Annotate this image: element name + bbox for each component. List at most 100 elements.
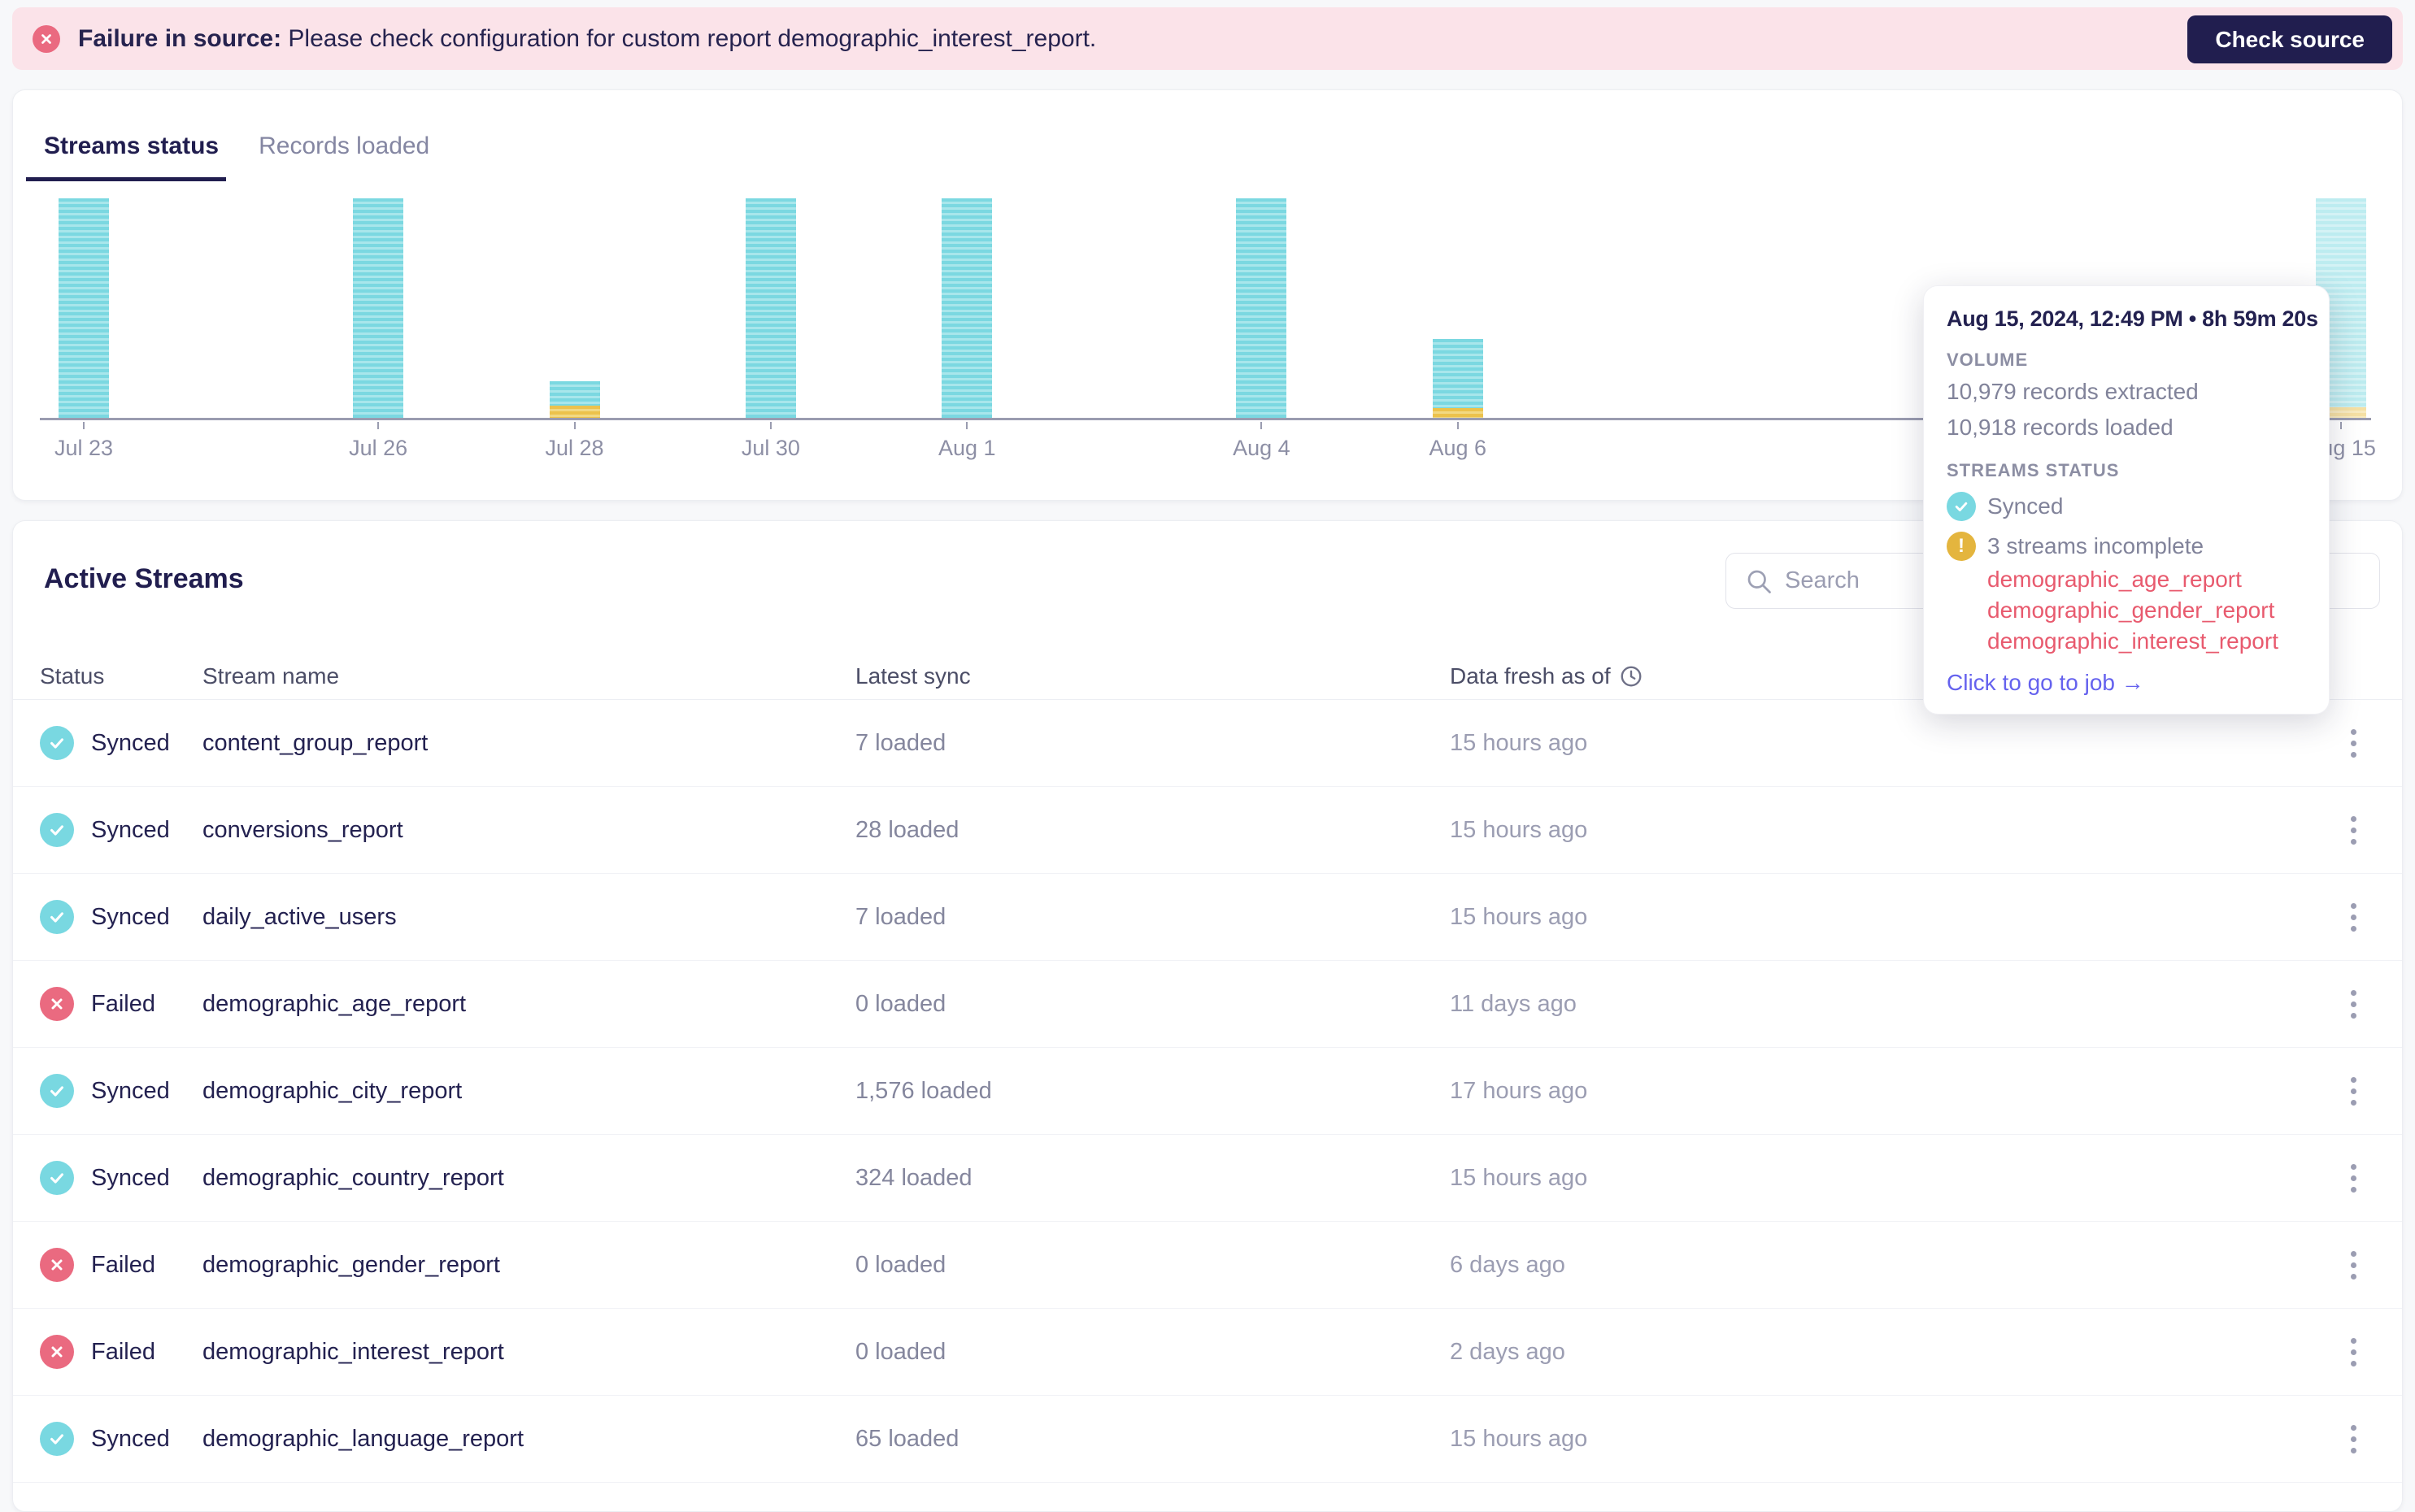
row-menu-button[interactable] bbox=[2344, 1245, 2363, 1286]
error-banner: Failure in source: Please check configur… bbox=[12, 7, 2403, 70]
error-message-bold: Failure in source: bbox=[78, 24, 282, 52]
stream-name: daily_active_users bbox=[202, 903, 397, 930]
stream-name: conversions_report bbox=[202, 816, 403, 843]
stream-name: demographic_language_report bbox=[202, 1425, 524, 1452]
row-menu-button[interactable] bbox=[2344, 897, 2363, 938]
x-axis-label: Aug 6 bbox=[1429, 436, 1487, 460]
status-badge bbox=[40, 1161, 74, 1195]
row-menu-button[interactable] bbox=[2344, 1332, 2363, 1373]
latest-sync-value: 0 loaded bbox=[855, 1251, 946, 1278]
axis-tick bbox=[2340, 422, 2343, 429]
data-fresh-value: 15 hours ago bbox=[1450, 816, 1588, 843]
row-menu-button[interactable] bbox=[2344, 1419, 2363, 1460]
table-row: Synced daily_active_users 7 loaded 15 ho… bbox=[13, 874, 2402, 961]
sync-tooltip: Aug 15, 2024, 12:49 PM • 8h 59m 20s VOLU… bbox=[1923, 285, 2330, 715]
chart-bar[interactable] bbox=[59, 198, 109, 418]
status-cell: Synced bbox=[40, 726, 202, 760]
status-label: Synced bbox=[91, 903, 170, 930]
tooltip-volume-label: VOLUME bbox=[1947, 350, 2029, 370]
warning-icon: ! bbox=[1947, 532, 1976, 561]
stream-name: demographic_gender_report bbox=[202, 1251, 500, 1278]
chart-bar[interactable] bbox=[1432, 338, 1483, 418]
data-fresh-value: 15 hours ago bbox=[1450, 1164, 1588, 1191]
table-row: Synced demographic_country_report 324 lo… bbox=[13, 1135, 2402, 1222]
x-icon bbox=[51, 1346, 63, 1358]
status-badge bbox=[40, 1074, 74, 1108]
status-label: Synced bbox=[91, 1425, 170, 1452]
data-fresh-value: 15 hours ago bbox=[1450, 1425, 1588, 1452]
axis-tick bbox=[966, 422, 968, 429]
column-header-latest-sync: Latest sync bbox=[855, 663, 971, 689]
data-fresh-value: 6 days ago bbox=[1450, 1251, 1565, 1278]
go-to-job-link[interactable]: Click to go to job → bbox=[1947, 670, 2308, 696]
error-message-rest: Please check configuration for custom re… bbox=[281, 24, 1097, 52]
status-badge bbox=[40, 1248, 74, 1282]
active-streams-title: Active Streams bbox=[44, 563, 244, 594]
bar-incomplete-segment bbox=[549, 406, 600, 418]
status-cell: Synced bbox=[40, 1422, 202, 1456]
tooltip-streams-status-label: STREAMS STATUS bbox=[1947, 460, 2120, 480]
chart-bar[interactable] bbox=[549, 381, 600, 418]
tooltip-incomplete-label: 3 streams incomplete bbox=[1987, 533, 2204, 558]
row-menu-button[interactable] bbox=[2344, 723, 2363, 764]
incomplete-stream-link[interactable]: demographic_age_report bbox=[1987, 564, 2308, 595]
status-label: Failed bbox=[91, 1251, 155, 1278]
table-row: Synced demographic_city_report 1,576 loa… bbox=[13, 1048, 2402, 1135]
status-label: Failed bbox=[91, 990, 155, 1017]
table-row: Synced conversions_report 28 loaded 15 h… bbox=[13, 787, 2402, 874]
check-icon bbox=[50, 738, 63, 749]
data-fresh-value: 2 days ago bbox=[1450, 1338, 1565, 1365]
table-row: Failed demographic_interest_report 0 loa… bbox=[13, 1309, 2402, 1396]
tooltip-synced-label: Synced bbox=[1987, 493, 2064, 519]
status-badge bbox=[40, 987, 74, 1021]
chart-bar[interactable] bbox=[1236, 198, 1287, 418]
check-icon bbox=[50, 1434, 63, 1445]
row-menu-button[interactable] bbox=[2344, 984, 2363, 1025]
x-axis-label: Jul 30 bbox=[741, 436, 800, 460]
row-menu-button[interactable] bbox=[2344, 1071, 2363, 1112]
stream-name: demographic_country_report bbox=[202, 1164, 504, 1191]
chart-bar[interactable] bbox=[353, 198, 404, 418]
axis-tick bbox=[769, 422, 772, 429]
error-icon bbox=[33, 24, 60, 53]
data-fresh-value: 11 days ago bbox=[1450, 990, 1577, 1017]
row-menu-button[interactable] bbox=[2344, 810, 2363, 851]
x-axis-label: Jul 26 bbox=[349, 436, 408, 460]
status-cell: Failed bbox=[40, 987, 202, 1021]
latest-sync-value: 28 loaded bbox=[855, 816, 959, 843]
status-badge bbox=[40, 1335, 74, 1369]
data-fresh-value: 17 hours ago bbox=[1450, 1077, 1588, 1104]
check-icon bbox=[50, 912, 63, 923]
data-fresh-value: 15 hours ago bbox=[1450, 903, 1588, 930]
streams-table-body: Synced content_group_report 7 loaded 15 … bbox=[13, 700, 2402, 1483]
tab-streams-status[interactable]: Streams status bbox=[25, 133, 227, 181]
chart-bar[interactable] bbox=[942, 198, 993, 418]
axis-tick bbox=[573, 422, 576, 429]
table-row: Synced demographic_language_report 65 lo… bbox=[13, 1396, 2402, 1483]
table-row: Failed demographic_age_report 0 loaded 1… bbox=[13, 961, 2402, 1048]
latest-sync-value: 7 loaded bbox=[855, 729, 946, 756]
column-header-data-fresh-label: Data fresh as of bbox=[1450, 663, 1611, 689]
x-axis-label: Jul 23 bbox=[54, 436, 114, 460]
tab-records-loaded[interactable]: Records loaded bbox=[259, 133, 429, 181]
x-axis-label: Jul 28 bbox=[545, 436, 604, 460]
table-row: Failed demographic_gender_report 0 loade… bbox=[13, 1222, 2402, 1309]
check-icon bbox=[50, 825, 63, 836]
tooltip-records-extracted: 10,979 records extracted bbox=[1947, 379, 2199, 404]
incomplete-stream-link[interactable]: demographic_interest_report bbox=[1987, 626, 2308, 657]
incomplete-stream-link[interactable]: demographic_gender_report bbox=[1987, 595, 2308, 626]
chart-tabs: Streams status Records loaded bbox=[13, 90, 2402, 181]
latest-sync-value: 7 loaded bbox=[855, 903, 946, 930]
chart-bar[interactable] bbox=[745, 198, 796, 418]
status-cell: Synced bbox=[40, 1074, 202, 1108]
latest-sync-value: 1,576 loaded bbox=[855, 1077, 992, 1104]
status-badge bbox=[40, 1422, 74, 1456]
check-source-button[interactable]: Check source bbox=[2187, 15, 2392, 63]
status-cell: Synced bbox=[40, 813, 202, 847]
latest-sync-value: 324 loaded bbox=[855, 1164, 973, 1191]
row-menu-button[interactable] bbox=[2344, 1158, 2363, 1199]
axis-tick bbox=[1456, 422, 1459, 429]
status-cell: Synced bbox=[40, 1161, 202, 1195]
search-icon bbox=[1747, 570, 1771, 593]
bar-incomplete-segment bbox=[1432, 407, 1483, 418]
